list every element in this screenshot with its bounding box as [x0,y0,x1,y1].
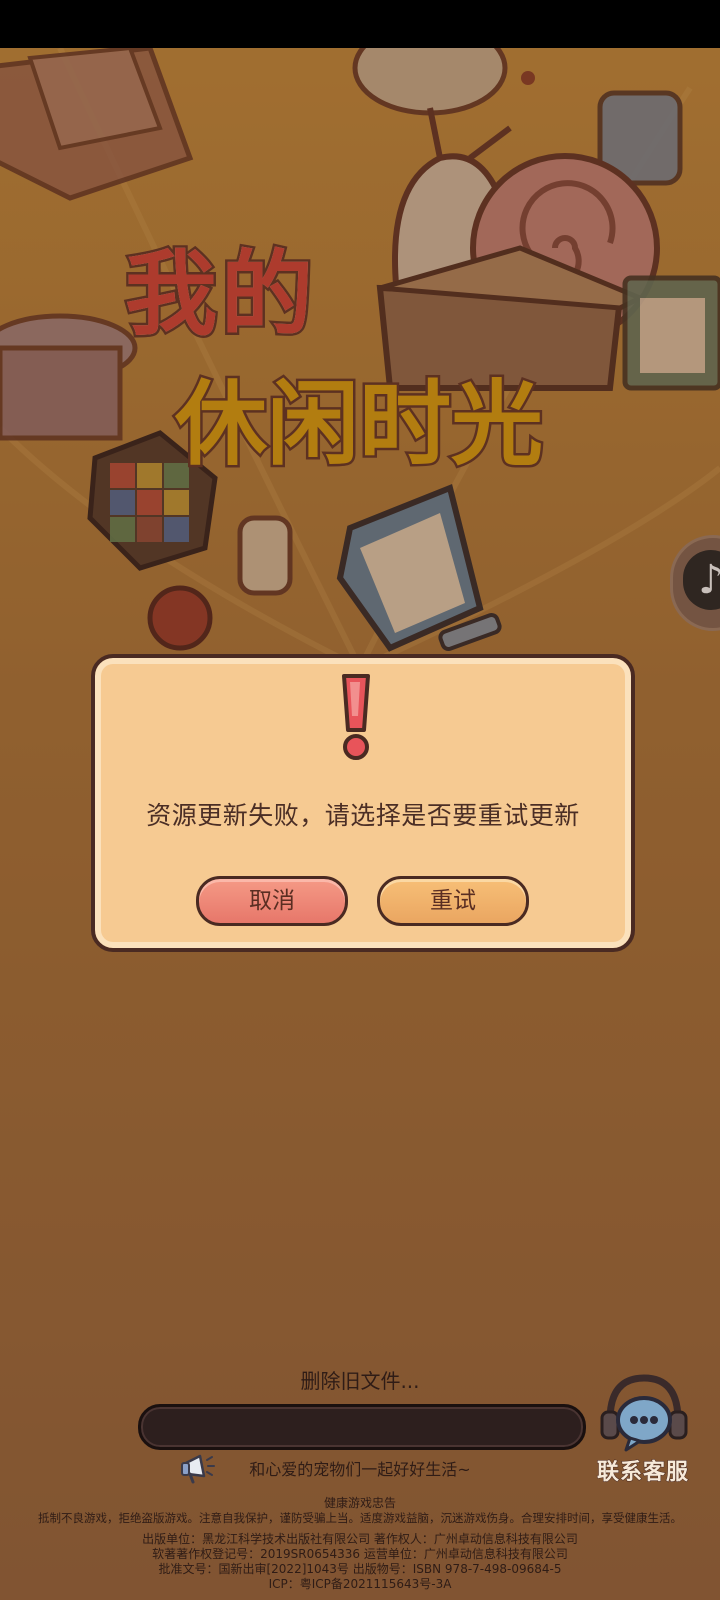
exclamation-icon [342,674,370,760]
game-screen: 我的 休闲时光 ♪ 资源更新失败，请选择是否要重试更新 取消 重试 删除旧文件.… [0,0,720,1600]
loading-progress-bar [138,1404,586,1450]
legal-footer: 健康游戏忠告 抵制不良游戏，拒绝盗版游戏。注意自我保护，谨防受骗上当。适度游戏益… [0,1496,720,1592]
icp-info: ICP：粤ICP备2021115643号-3A [268,1577,452,1591]
status-bar [0,0,720,48]
approval-info: 批准文号：国新出审[2022]1043号 出版物号：ISBN 978-7-498… [158,1562,562,1576]
retry-button[interactable]: 重试 [377,876,529,926]
publisher-info: 出版单位：黑龙江科学技术出版社有限公司 著作权人：广州卓动信息科技有限公司 [142,1532,578,1546]
update-failed-dialog: 资源更新失败，请选择是否要重试更新 取消 重试 [91,654,635,952]
health-advice-text: 抵制不良游戏，拒绝盗版游戏。注意自我保护，谨防受骗上当。适度游戏益脑，沉迷游戏伤… [38,1511,682,1525]
customer-service-button[interactable]: 联系客服 [588,1370,698,1486]
dialog-message: 资源更新失败，请选择是否要重试更新 [146,801,580,830]
cancel-button[interactable]: 取消 [196,876,348,926]
customer-service-label: 联系客服 [596,1460,689,1486]
copyright-info: 软著著作权登记号：2019SR0654336 运营单位：广州卓动信息科技有限公司 [152,1547,568,1561]
headset-chat-icon [600,1374,688,1452]
health-advice-heading: 健康游戏忠告 [323,1496,396,1510]
